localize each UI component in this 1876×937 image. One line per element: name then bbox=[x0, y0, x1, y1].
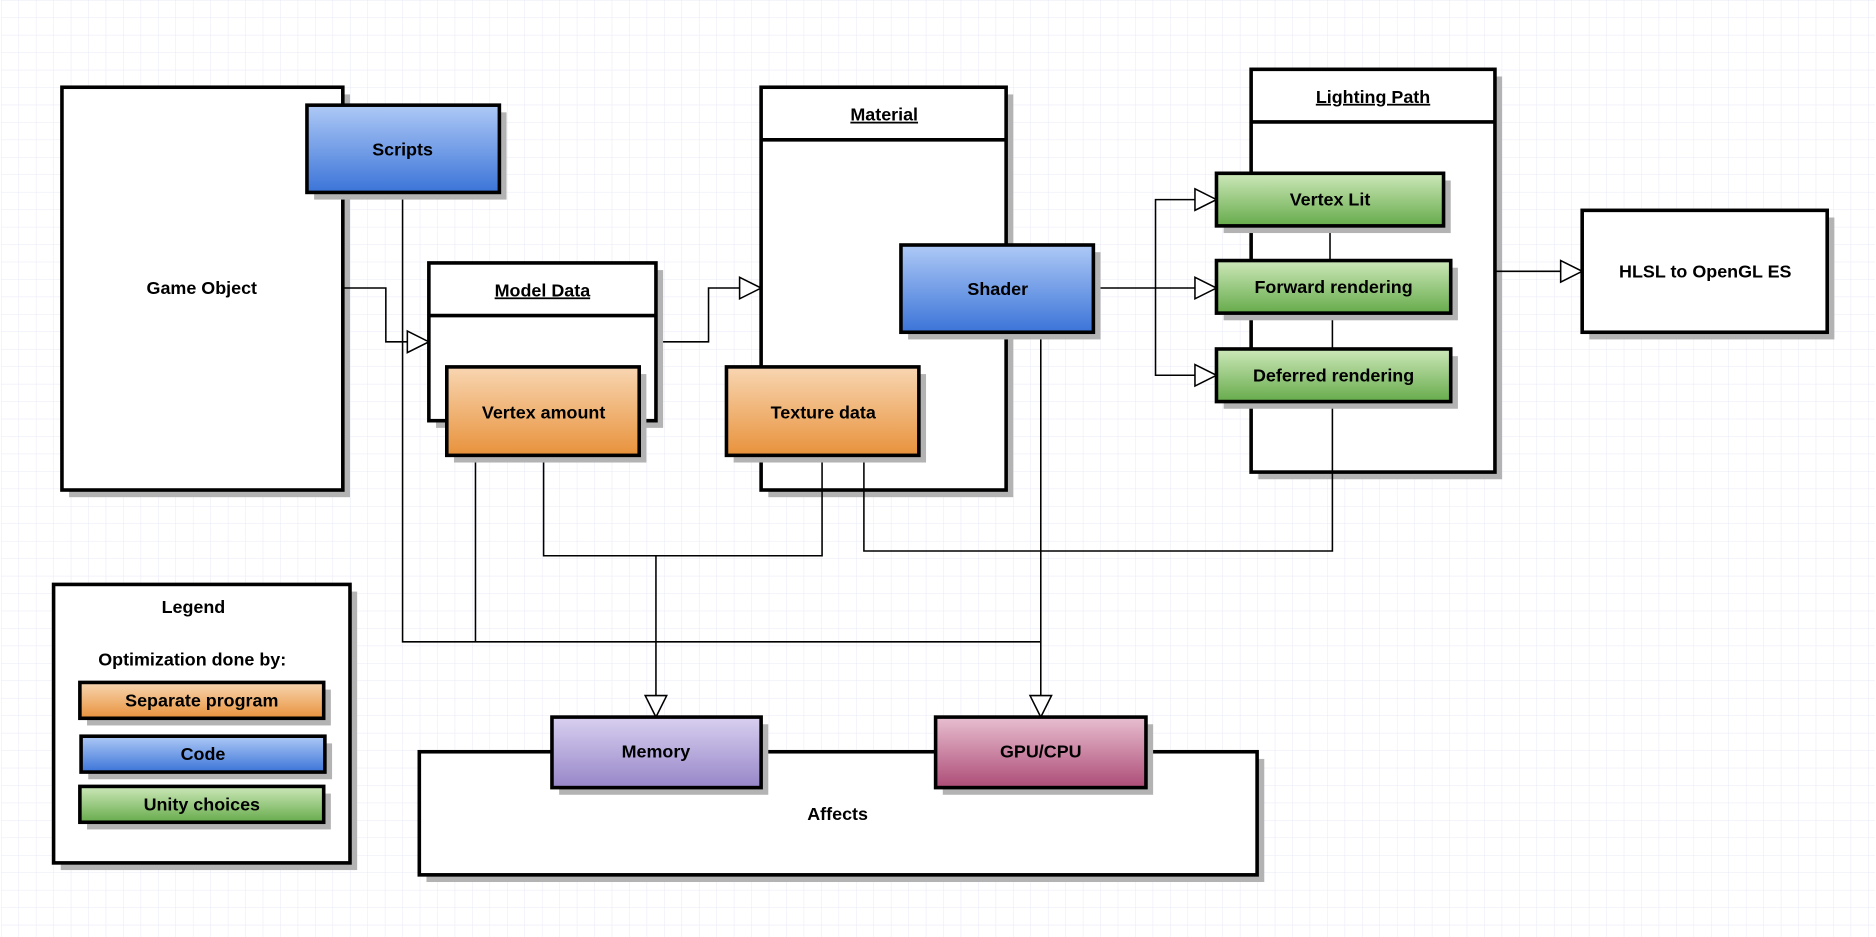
material-label: Material bbox=[850, 105, 918, 125]
legend-item-unity-choices: Unity choices bbox=[78, 784, 331, 830]
forward-rendering-label: Forward rendering bbox=[1254, 277, 1412, 297]
legend-title: Legend bbox=[162, 597, 226, 617]
hlsl-label: HLSL to OpenGL ES bbox=[1619, 261, 1792, 281]
shader-node[interactable]: Shader bbox=[899, 243, 1101, 340]
memory-node[interactable]: Memory bbox=[550, 715, 769, 795]
legend-label: Separate program bbox=[125, 690, 278, 710]
vertex-lit-node[interactable]: Vertex Lit bbox=[1214, 171, 1451, 234]
memory-label: Memory bbox=[622, 742, 691, 762]
forward-rendering-node[interactable]: Forward rendering bbox=[1214, 258, 1458, 321]
lighting-path-label: Lighting Path bbox=[1316, 87, 1430, 107]
diagram-canvas: Game Object Material Lighting Path Legen… bbox=[1, 0, 1875, 937]
texture-data-node[interactable]: Texture data bbox=[724, 365, 927, 463]
legend-label: Unity choices bbox=[144, 794, 260, 814]
game-object-label: Game Object bbox=[147, 278, 257, 298]
gpu-cpu-label: GPU/CPU bbox=[1000, 742, 1082, 762]
gpu-cpu-node[interactable]: GPU/CPU bbox=[933, 715, 1154, 795]
texture-data-label: Texture data bbox=[771, 402, 877, 422]
vertex-amount-node[interactable]: Vertex amount bbox=[444, 365, 647, 463]
deferred-rendering-node[interactable]: Deferred rendering bbox=[1214, 347, 1458, 409]
hlsl-node[interactable]: HLSL to OpenGL ES bbox=[1580, 208, 1835, 340]
deferred-rendering-label: Deferred rendering bbox=[1253, 365, 1414, 385]
legend-subtitle: Optimization done by: bbox=[98, 650, 286, 670]
vertex-lit-label: Vertex Lit bbox=[1290, 190, 1371, 210]
legend-label: Code bbox=[181, 744, 226, 764]
legend-item-separate-program: Separate program bbox=[78, 680, 331, 726]
scripts-label: Scripts bbox=[372, 139, 433, 159]
vertex-amount-label: Vertex amount bbox=[482, 402, 605, 422]
model-data-label: Model Data bbox=[495, 280, 592, 300]
scripts-node[interactable]: Scripts bbox=[305, 103, 507, 200]
affects-label: Affects bbox=[807, 804, 868, 824]
shader-label: Shader bbox=[967, 279, 1028, 299]
legend-item-code: Code bbox=[79, 734, 333, 780]
